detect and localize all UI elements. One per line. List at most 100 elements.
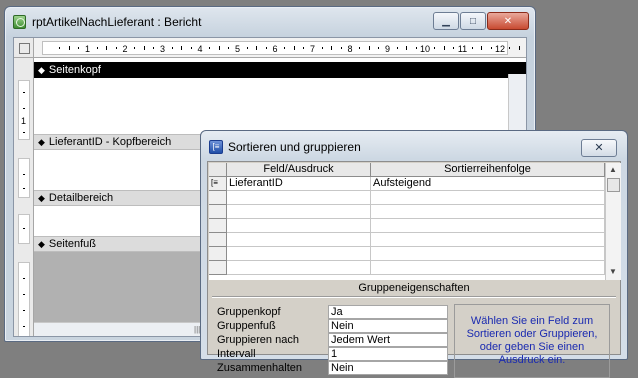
sort-group-dialog: [≡ Sortieren und gruppieren ✕ Feld/Ausdr… bbox=[200, 130, 628, 378]
ruler-number: 1 bbox=[84, 44, 91, 54]
ruler-number: 5 bbox=[234, 44, 241, 54]
dialog-title-bar[interactable]: [≡ Sortieren und gruppieren bbox=[209, 137, 619, 157]
ruler-tick bbox=[78, 47, 80, 49]
row-selector[interactable] bbox=[209, 219, 227, 233]
scroll-down-arrow-icon[interactable]: ▼ bbox=[609, 267, 617, 276]
grid-row[interactable]: [≡ LieferantID Aufsteigend bbox=[209, 177, 605, 191]
ruler-tick bbox=[396, 47, 398, 49]
scrollbar-thumb[interactable] bbox=[607, 178, 620, 192]
ruler-number: 10 bbox=[419, 44, 431, 54]
dialog-body: Feld/Ausdruck Sortierreihenfolge [≡ Lief… bbox=[207, 161, 621, 378]
ruler-tick bbox=[284, 47, 286, 49]
close-button[interactable]: ✕ bbox=[487, 12, 529, 30]
grid-row[interactable] bbox=[209, 261, 605, 275]
grid-row[interactable] bbox=[209, 233, 605, 247]
ruler-strip: 1 2 3 4 5 6 7 8 9 10 11 12 bbox=[42, 41, 520, 55]
grid-corner bbox=[209, 163, 227, 177]
scroll-up-arrow-icon[interactable]: ▲ bbox=[609, 165, 617, 174]
sort-group-grid: Feld/Ausdruck Sortierreihenfolge [≡ Lief… bbox=[209, 163, 621, 280]
prop-value-gruppenfuss[interactable]: Nein bbox=[328, 319, 448, 333]
vruler-mark bbox=[23, 108, 25, 109]
prop-value-gruppieren-nach[interactable]: Jedem Wert bbox=[328, 333, 448, 347]
vruler-strip-seitenkopf bbox=[18, 80, 30, 140]
caption-buttons: ▁ □ ✕ bbox=[433, 12, 529, 30]
sort-order-cell[interactable] bbox=[371, 219, 605, 233]
grid-row[interactable] bbox=[209, 247, 605, 261]
sort-order-cell[interactable] bbox=[371, 205, 605, 219]
row-selector[interactable] bbox=[209, 247, 227, 261]
field-cell[interactable] bbox=[227, 205, 371, 219]
dialog-close-button[interactable]: ✕ bbox=[581, 139, 617, 157]
vruler-mark bbox=[23, 294, 25, 295]
select-report-box[interactable] bbox=[14, 38, 34, 58]
prop-value-intervall[interactable]: 1 bbox=[328, 347, 448, 361]
ruler-tick bbox=[228, 47, 230, 49]
ruler-tick bbox=[368, 46, 370, 50]
ruler-tick bbox=[143, 46, 145, 50]
ruler-tick bbox=[359, 47, 361, 49]
ruler-tick bbox=[293, 46, 295, 50]
ruler-tick bbox=[153, 47, 155, 49]
grid-row[interactable] bbox=[209, 219, 605, 233]
row-selector[interactable] bbox=[209, 205, 227, 219]
dialog-title: Sortieren und gruppieren bbox=[228, 140, 361, 154]
prop-label-intervall: Intervall bbox=[217, 348, 256, 360]
field-cell[interactable] bbox=[227, 247, 371, 261]
ruler-number: 8 bbox=[347, 44, 353, 54]
ruler-tick bbox=[265, 47, 267, 49]
grid-row[interactable] bbox=[209, 205, 605, 219]
field-cell[interactable] bbox=[227, 233, 371, 247]
field-cell[interactable] bbox=[227, 219, 371, 233]
sort-order-cell[interactable] bbox=[371, 233, 605, 247]
maximize-button[interactable]: □ bbox=[460, 12, 486, 30]
field-cell[interactable]: LieferantID bbox=[227, 177, 371, 191]
vruler-strip-kopfbereich bbox=[18, 158, 30, 198]
row-selector[interactable] bbox=[209, 261, 227, 275]
ruler-number: 3 bbox=[159, 44, 166, 54]
section-arrow-icon: ◆ bbox=[38, 136, 45, 147]
section-body-seitenkopf[interactable] bbox=[34, 78, 508, 134]
minimize-button[interactable]: ▁ bbox=[433, 12, 459, 30]
ruler-tick bbox=[331, 46, 333, 50]
ruler-number: 9 bbox=[384, 44, 391, 54]
row-selector[interactable] bbox=[209, 233, 227, 247]
sort-order-cell[interactable] bbox=[371, 247, 605, 261]
ruler-tick bbox=[181, 46, 183, 50]
prop-value-gruppenkopf[interactable]: Ja bbox=[328, 305, 448, 319]
section-arrow-icon: ◆ bbox=[38, 192, 45, 203]
ruler-number: 12 bbox=[494, 44, 506, 54]
grid-vertical-scrollbar[interactable]: ▲ ▼ bbox=[605, 163, 621, 280]
ruler-tick bbox=[509, 47, 511, 49]
ruler-tick bbox=[59, 47, 61, 49]
ruler-tick bbox=[518, 46, 520, 50]
sort-order-cell[interactable] bbox=[371, 261, 605, 275]
grid-row[interactable] bbox=[209, 191, 605, 205]
ruler-tick bbox=[106, 46, 108, 50]
vruler-mark bbox=[23, 188, 25, 189]
group-row-icon: [≡ bbox=[211, 178, 218, 187]
section-header-seitenkopf[interactable]: ◆ Seitenkopf bbox=[34, 62, 526, 78]
ruler-tick bbox=[171, 47, 173, 49]
vruler-mark bbox=[23, 278, 25, 279]
ruler-number: 7 bbox=[309, 44, 316, 54]
prop-value-zusammenhalten[interactable]: Nein bbox=[328, 361, 448, 375]
vruler-strip-detail bbox=[18, 214, 30, 244]
row-selector[interactable]: [≡ bbox=[209, 177, 227, 191]
ruler-number: 4 bbox=[197, 44, 203, 54]
row-selector[interactable] bbox=[209, 191, 227, 205]
ruler-tick bbox=[115, 47, 117, 49]
ruler-tick bbox=[340, 47, 342, 49]
column-header-field: Feld/Ausdruck bbox=[227, 163, 371, 177]
field-cell[interactable] bbox=[227, 191, 371, 205]
field-cell[interactable] bbox=[227, 261, 371, 275]
sort-order-cell[interactable] bbox=[371, 191, 605, 205]
group-properties-divider bbox=[212, 296, 616, 298]
sort-group-icon: [≡ bbox=[209, 140, 223, 154]
section-label: LieferantID - Kopfbereich bbox=[48, 136, 172, 148]
vruler-mark bbox=[23, 92, 25, 93]
prop-label-gruppenkopf: Gruppenkopf bbox=[217, 306, 281, 318]
column-header-sort-order: Sortierreihenfolge bbox=[371, 163, 605, 177]
ruler-tick bbox=[209, 47, 211, 49]
section-arrow-icon: ◆ bbox=[38, 238, 45, 249]
sort-order-cell[interactable]: Aufsteigend bbox=[371, 177, 605, 191]
